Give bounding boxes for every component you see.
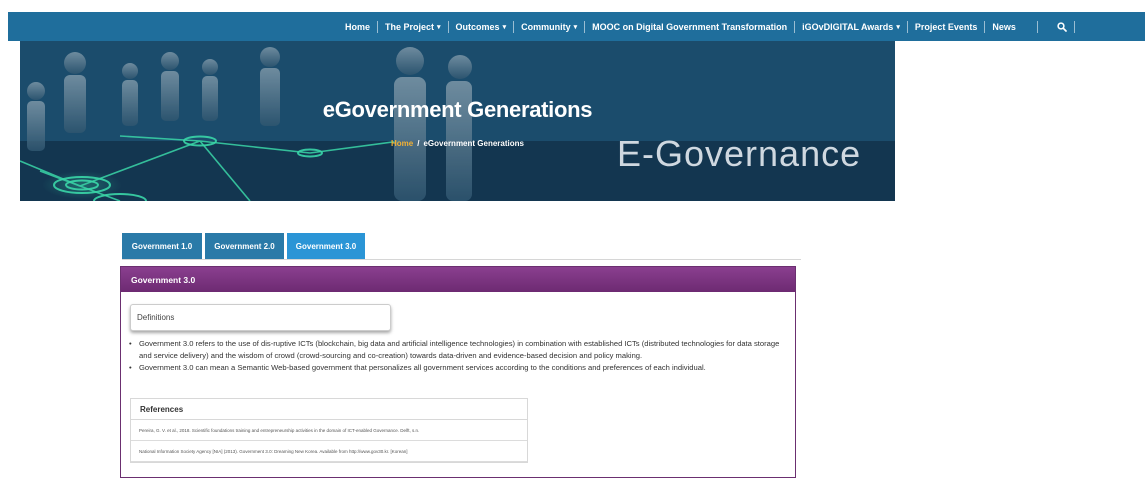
definition-list: Government 3.0 refers to the use of dis-…	[129, 338, 794, 374]
search-button[interactable]	[1050, 12, 1074, 41]
tab-government-3-0[interactable]: Government 3.0	[287, 233, 365, 259]
nav-item-project-events[interactable]: Project Events	[908, 22, 985, 32]
chevron-down-icon: ▾	[573, 23, 578, 31]
tab-government-1-0[interactable]: Government 1.0	[122, 233, 202, 259]
tab-bar: Government 1.0 Government 2.0 Government…	[122, 233, 801, 260]
tab-government-2-0[interactable]: Government 2.0	[205, 233, 284, 259]
nav-item-label: News	[992, 21, 1016, 32]
main-menu: Home The Project ▾ Outcomes ▾ Community ▾ M…	[338, 12, 1075, 41]
list-item: Government 3.0 refers to the use of dis-…	[129, 338, 794, 362]
tab-label: Government 2.0	[214, 241, 275, 251]
breadcrumb-current: eGovernment Generations	[423, 139, 524, 148]
nav-item-label: Home	[345, 21, 371, 32]
tab-label: Government 3.0	[295, 241, 357, 251]
top-navigation-bar: Home The Project ▾ Outcomes ▾ Community ▾ M…	[8, 12, 1145, 41]
chevron-down-icon: ▾	[437, 23, 441, 31]
breadcrumb-separator: /	[417, 139, 420, 148]
nav-item-igovdigital-awards[interactable]: iGOvDIGITAL Awards ▾	[795, 22, 907, 32]
references-title: References	[131, 399, 527, 420]
nav-item-label: iGOvDIGITAL Awards	[802, 21, 894, 32]
table-row: Pereira, G. V. et al., 2018. Scientific …	[131, 420, 527, 441]
nav-item-label: Outcomes	[455, 21, 500, 32]
tab-label: Government 1.0	[131, 241, 193, 251]
nav-divider	[1073, 20, 1075, 33]
hero-image-text: E-Governance	[617, 133, 862, 174]
nav-item-home[interactable]: Home	[338, 22, 377, 32]
nav-item-news[interactable]: News	[985, 22, 1023, 32]
nav-item-label: Project Events	[914, 21, 978, 32]
panel-title: Government 3.0	[121, 267, 795, 292]
chevron-down-icon: ▾	[502, 23, 507, 31]
definitions-box: Definitions	[130, 304, 391, 331]
content-panel: Government 3.0 Definitions Government 3.…	[120, 266, 796, 478]
references-table: References Pereira, G. V. et al., 2018. …	[130, 398, 528, 463]
nav-item-label: The Project	[385, 21, 435, 32]
hero-banner: eGovernment Generations Home / eGovernment…	[20, 41, 895, 201]
nav-divider	[1036, 20, 1038, 33]
nav-item-community[interactable]: Community ▾	[514, 22, 584, 32]
nav-item-label: MOOC on Digital Government Transformatio…	[592, 21, 788, 32]
nav-item-outcomes[interactable]: Outcomes ▾	[449, 22, 514, 32]
nav-item-label: Community	[521, 21, 571, 32]
definitions-label: Definitions	[137, 313, 175, 322]
nav-item-mooc[interactable]: MOOC on Digital Government Transformatio…	[585, 22, 794, 32]
list-item: Government 3.0 can mean a Semantic Web-b…	[129, 362, 794, 374]
search-icon	[1057, 21, 1067, 32]
breadcrumb-home-link[interactable]: Home	[391, 139, 413, 148]
table-row: National Information Society Agency [NIA…	[131, 441, 527, 462]
page-title: eGovernment Generations	[322, 97, 593, 122]
nav-item-the-project[interactable]: The Project ▾	[378, 22, 448, 32]
chevron-down-icon: ▾	[896, 23, 900, 31]
